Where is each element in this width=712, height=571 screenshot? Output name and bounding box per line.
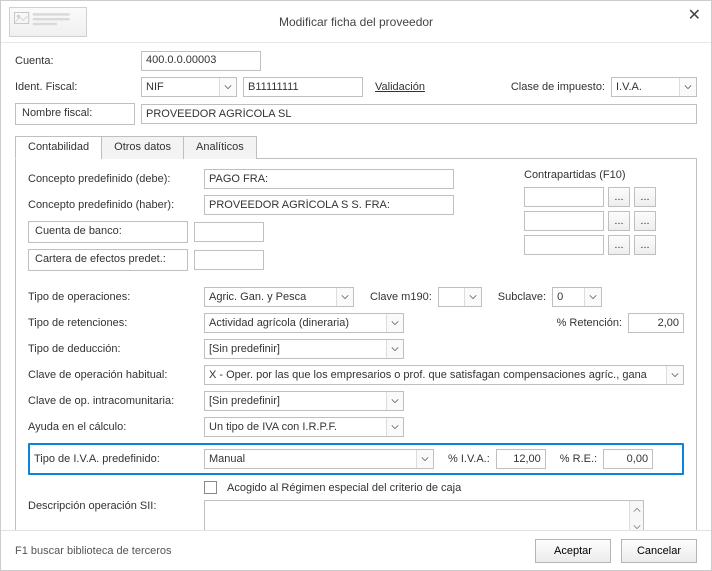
chevron-down-icon[interactable] [386, 392, 403, 410]
cuenta-label: Cuenta: [15, 55, 135, 67]
clave-op-hab-combo[interactable]: X - Oper. por las que los empresarios o … [204, 365, 684, 385]
chevron-down-icon[interactable] [386, 418, 403, 436]
titlebar: Modificar ficha del proveedor ✕ [1, 1, 711, 43]
chevron-down-icon[interactable] [416, 450, 433, 468]
pct-re-label: % R.E.: [560, 453, 597, 465]
tipo-iva-predefinido-row: Tipo de I.V.A. predefinido: Manual % I.V… [28, 443, 684, 475]
desc-sii-label: Descripción operación SII: [28, 500, 198, 512]
ident-type-combo[interactable]: NIF [141, 77, 237, 97]
concepto-debe-label: Concepto predefinido (debe): [28, 173, 198, 185]
cuenta-field: 400.0.0.00003 [141, 51, 261, 71]
chevron-down-icon[interactable] [219, 78, 236, 96]
pct-retencion-label: % Retención: [557, 317, 622, 329]
dialog-footer: F1 buscar biblioteca de terceros Aceptar… [1, 530, 711, 570]
clase-impuesto-combo[interactable]: I.V.A. [611, 77, 697, 97]
contrapartida-lookup-3[interactable]: ... [608, 235, 630, 255]
dialog-title: Modificar ficha del proveedor [279, 15, 433, 29]
nombre-fiscal-input[interactable] [141, 104, 697, 124]
subclave-combo[interactable]: 0 [552, 287, 602, 307]
concepto-haber-input[interactable] [204, 195, 454, 215]
concepto-haber-label: Concepto predefinido (haber): [28, 199, 198, 211]
close-icon[interactable]: ✕ [688, 5, 701, 25]
chevron-down-icon[interactable] [386, 340, 403, 358]
clave-op-intra-combo[interactable]: [Sin predefinir] [204, 391, 404, 411]
provider-edit-dialog: Modificar ficha del proveedor ✕ Cuenta: … [0, 0, 712, 571]
ayuda-calc-label: Ayuda en el cálculo: [28, 421, 198, 433]
tipo-ret-label: Tipo de retenciones: [28, 317, 198, 329]
chevron-down-icon[interactable] [464, 288, 481, 306]
ident-value-input[interactable] [243, 77, 363, 97]
cuenta-banco-label: Cuenta de banco: [28, 221, 188, 243]
clave-m190-label: Clave m190: [370, 291, 432, 303]
concepto-debe-input[interactable] [204, 169, 454, 189]
clase-impuesto-label: Clase de impuesto: [511, 81, 605, 93]
tipo-ded-label: Tipo de deducción: [28, 343, 198, 355]
clave-m190-combo[interactable] [438, 287, 482, 307]
contrapartida-lookup-2b[interactable]: ... [634, 211, 656, 231]
chevron-down-icon[interactable] [679, 78, 696, 96]
accept-button[interactable]: Aceptar [535, 539, 611, 563]
contrapartida-input-1[interactable] [524, 187, 604, 207]
ayuda-calc-combo[interactable]: Un tipo de IVA con I.R.P.F. [204, 417, 404, 437]
validacion-link[interactable]: Validación [369, 81, 425, 93]
contrapartida-lookup-2[interactable]: ... [608, 211, 630, 231]
chevron-down-icon[interactable] [336, 288, 353, 306]
pct-retencion-input[interactable] [628, 313, 684, 333]
chevron-down-icon[interactable] [386, 314, 403, 332]
tipo-iva-pred-label: Tipo de I.V.A. predefinido: [34, 453, 198, 465]
spinner-up-icon[interactable] [630, 501, 643, 518]
contrapartidas-label: Contrapartidas (F10) [524, 169, 684, 181]
chevron-down-icon[interactable] [584, 288, 601, 306]
subclave-label: Subclave: [498, 291, 546, 303]
clave-op-intra-label: Clave de op. intracomunitaria: [28, 395, 198, 407]
tab-otros-datos[interactable]: Otros datos [101, 136, 184, 159]
cartera-input[interactable] [194, 250, 264, 270]
ident-fiscal-label: Ident. Fiscal: [15, 81, 135, 93]
cartera-label: Cartera de efectos predet.: [28, 249, 188, 271]
tab-contabilidad[interactable]: Contabilidad [15, 136, 102, 159]
contrapartida-input-3[interactable] [524, 235, 604, 255]
tab-analiticos[interactable]: Analíticos [183, 136, 257, 159]
pct-iva-label: % I.V.A.: [448, 453, 490, 465]
tipo-iva-pred-combo[interactable]: Manual [204, 449, 434, 469]
footer-hint: F1 buscar biblioteca de terceros [15, 545, 172, 557]
contrapartida-lookup-1b[interactable]: ... [634, 187, 656, 207]
nombre-fiscal-label: Nombre fiscal: [15, 103, 135, 125]
pct-re-input[interactable] [603, 449, 653, 469]
tipo-ret-combo[interactable]: Actividad agrícola (dineraria) [204, 313, 404, 333]
pct-iva-input[interactable] [496, 449, 546, 469]
tab-pane-contabilidad: Concepto predefinido (debe): Concepto pr… [15, 159, 697, 551]
tipo-oper-combo[interactable]: Agric. Gan. y Pesca [204, 287, 354, 307]
cuenta-banco-input[interactable] [194, 222, 264, 242]
cancel-button[interactable]: Cancelar [621, 539, 697, 563]
app-logo-icon [9, 7, 87, 37]
acogido-label: Acogido al Régimen especial del criterio… [227, 482, 461, 494]
clave-op-hab-label: Clave de operación habitual: [28, 369, 198, 381]
contrapartida-input-2[interactable] [524, 211, 604, 231]
tipo-oper-label: Tipo de operaciones: [28, 291, 198, 303]
acogido-checkbox[interactable] [204, 481, 221, 494]
tipo-ded-combo[interactable]: [Sin predefinir] [204, 339, 404, 359]
contrapartida-lookup-3b[interactable]: ... [634, 235, 656, 255]
chevron-down-icon[interactable] [666, 366, 683, 384]
contrapartida-lookup-1[interactable]: ... [608, 187, 630, 207]
tabs: Contabilidad Otros datos Analíticos [15, 135, 697, 159]
